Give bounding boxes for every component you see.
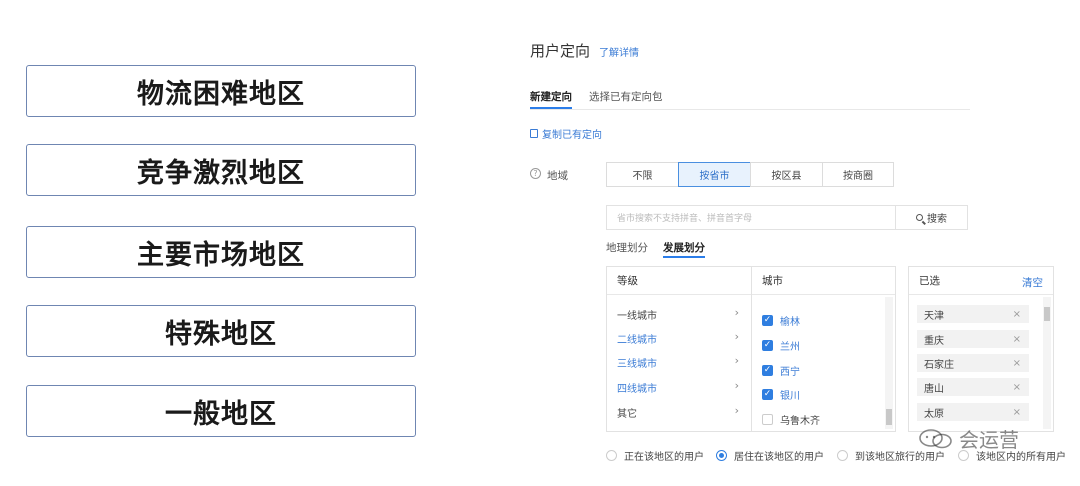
radio-icon <box>837 450 848 461</box>
help-icon[interactable]: ? <box>530 168 541 179</box>
level-item[interactable]: 二线城市 <box>617 331 657 346</box>
region-option-unlimited[interactable]: 不限 <box>606 162 679 187</box>
checkbox-checked-icon: ✓ <box>762 365 773 376</box>
selected-item-label: 重庆 <box>924 335 944 347</box>
level-item[interactable]: 三线城市 <box>617 355 657 370</box>
chevron-right-icon: › <box>734 404 739 417</box>
radio-resident[interactable]: 居住在该地区的用户 <box>716 448 824 463</box>
city-label: 银川 <box>780 391 800 402</box>
search-button-label: 搜索 <box>927 214 947 225</box>
selected-scroll-thumb[interactable] <box>1044 307 1050 321</box>
region-option-province-city[interactable]: 按省市 <box>678 162 751 187</box>
tab-new-targeting[interactable]: 新建定向 <box>530 89 572 104</box>
city-panel: 城市 ✓ 榆林 ✓ 兰州 ✓ 西宁 ✓ 银川 乌鲁木齐 <box>751 266 896 432</box>
wechat-icon <box>919 428 952 448</box>
region-card-special: 特殊地区 <box>26 305 416 357</box>
city-panel-header: 城市 <box>752 267 895 295</box>
copy-existing-link[interactable]: 复制已有定向 <box>530 126 602 141</box>
selected-item-label: 唐山 <box>924 383 944 395</box>
region-card-competitive: 竞争激烈地区 <box>26 144 416 196</box>
city-scrollbar[interactable] <box>885 297 893 429</box>
city-scroll-thumb[interactable] <box>886 409 892 425</box>
selected-item-label: 石家庄 <box>924 359 954 371</box>
copy-existing-label: 复制已有定向 <box>542 130 602 141</box>
tab-existing-package[interactable]: 选择已有定向包 <box>589 89 663 104</box>
remove-icon[interactable]: × <box>1013 358 1021 369</box>
chevron-right-icon: › <box>734 354 739 367</box>
radio-label: 居住在该地区的用户 <box>734 452 824 463</box>
selected-item-label: 天津 <box>924 310 944 322</box>
chevron-right-icon: › <box>734 330 739 343</box>
city-label: 乌鲁木齐 <box>780 416 820 427</box>
selected-scrollbar[interactable] <box>1043 297 1051 429</box>
watermark-text: 会运营 <box>959 428 1019 452</box>
city-label: 榆林 <box>780 317 800 328</box>
remove-icon[interactable]: × <box>1013 334 1021 345</box>
radio-icon <box>606 450 617 461</box>
selected-panel: 已选 清空 天津 × 重庆 × 石家庄 × 唐山 × 太原 × <box>908 266 1054 432</box>
level-item[interactable]: 一线城市 <box>617 307 657 322</box>
tabs-divider <box>530 109 970 110</box>
region-field-label: 地域 <box>547 170 568 182</box>
remove-icon[interactable]: × <box>1013 382 1021 393</box>
remove-icon[interactable]: × <box>1013 407 1021 418</box>
search-button[interactable]: 搜索 <box>896 205 968 230</box>
city-label: 兰州 <box>780 342 800 353</box>
city-option[interactable]: ✓ 西宁 <box>762 363 800 378</box>
search-icon <box>916 214 923 221</box>
radio-current-location[interactable]: 正在该地区的用户 <box>606 448 704 463</box>
checkbox-checked-icon: ✓ <box>762 389 773 400</box>
region-option-business-area[interactable]: 按商圈 <box>822 162 894 187</box>
checkbox-checked-icon: ✓ <box>762 315 773 326</box>
chevron-right-icon: › <box>734 379 739 392</box>
level-item[interactable]: 四线城市 <box>617 380 657 395</box>
radio-label: 正在该地区的用户 <box>624 452 704 463</box>
subtab-active-indicator <box>663 256 705 258</box>
selected-item: 重庆 × <box>917 330 1029 348</box>
region-card-main-market: 主要市场地区 <box>26 226 416 278</box>
city-option[interactable]: ✓ 银川 <box>762 387 800 402</box>
city-label: 西宁 <box>780 367 800 378</box>
level-item[interactable]: 其它 <box>617 405 637 420</box>
selected-item: 天津 × <box>917 305 1029 323</box>
learn-more-link[interactable]: 了解详情 <box>599 44 639 59</box>
selected-item: 石家庄 × <box>917 354 1029 372</box>
selected-item: 太原 × <box>917 403 1029 421</box>
remove-icon[interactable]: × <box>1013 309 1021 320</box>
copy-icon <box>530 129 538 138</box>
level-panel-header: 等级 <box>607 267 751 295</box>
region-option-district[interactable]: 按区县 <box>750 162 823 187</box>
tab-active-indicator <box>530 107 572 109</box>
checkbox-empty-icon <box>762 414 773 425</box>
city-option[interactable]: ✓ 兰州 <box>762 338 800 353</box>
watermark: 会运营 <box>918 424 1019 453</box>
chevron-right-icon: › <box>734 306 739 319</box>
city-search-input[interactable]: 省市搜索不支持拼音、拼音首字母 <box>606 205 896 230</box>
subtab-geographic[interactable]: 地理划分 <box>606 240 648 255</box>
clear-button[interactable]: 清空 <box>1022 275 1043 290</box>
region-card-logistics: 物流困难地区 <box>26 65 416 117</box>
checkbox-checked-icon: ✓ <box>762 340 773 351</box>
city-option[interactable]: ✓ 榆林 <box>762 313 800 328</box>
selected-item: 唐山 × <box>917 378 1029 396</box>
level-panel: 等级 一线城市 › 二线城市 › 三线城市 › 四线城市 › 其它 › <box>606 266 752 432</box>
selected-item-label: 太原 <box>924 408 944 420</box>
city-option[interactable]: 乌鲁木齐 <box>762 412 820 427</box>
subtab-development[interactable]: 发展划分 <box>663 240 705 255</box>
region-card-general: 一般地区 <box>26 385 416 437</box>
page-title: 用户定向 <box>530 42 591 60</box>
radio-selected-icon <box>716 450 727 461</box>
